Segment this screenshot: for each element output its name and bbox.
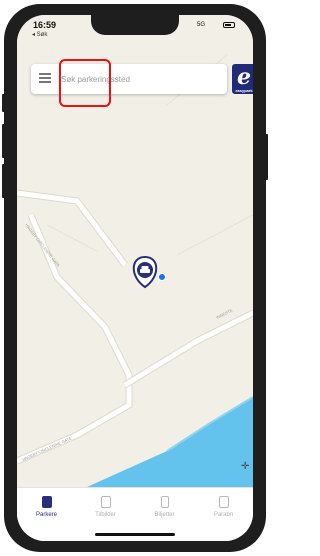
home-indicator <box>95 533 175 536</box>
tab-parkere[interactable]: Parkere <box>17 496 76 518</box>
logo-subtext: easypark <box>235 88 253 93</box>
battery-icon <box>223 22 235 28</box>
phone-icon <box>160 496 169 508</box>
notch <box>91 15 179 35</box>
tab-tilbilder[interactable]: Tilbilder <box>76 496 135 518</box>
phone-screen: 16:59 ◂ Søk 5G HAGEBY CIRCLENINE GATA HA… <box>17 15 253 541</box>
car-icon <box>140 269 150 273</box>
clock: 16:59 <box>33 20 57 30</box>
document-icon <box>218 496 229 508</box>
crosshair-icon[interactable]: ✛ <box>241 461 249 472</box>
menu-icon[interactable] <box>39 73 51 83</box>
receipt-icon <box>100 496 111 508</box>
tab-parabn[interactable]: Parabn <box>194 496 253 518</box>
parking-icon <box>41 496 52 508</box>
phone-frame: 16:59 ◂ Søk 5G HAGEBY CIRCLENINE GATA HA… <box>2 4 268 552</box>
user-location-dot <box>158 273 166 281</box>
highlight-box <box>59 59 111 107</box>
signal-indicator: 5G <box>197 22 206 28</box>
volume-down-button <box>2 164 5 198</box>
power-button <box>265 134 268 180</box>
mute-switch <box>2 94 5 112</box>
volume-up-button <box>2 124 5 158</box>
back-to-app-link[interactable]: ◂ Søk <box>32 31 47 38</box>
tab-biljetter[interactable]: Biljetter <box>135 496 194 518</box>
easypark-logo[interactable]: e easypark <box>232 64 253 94</box>
